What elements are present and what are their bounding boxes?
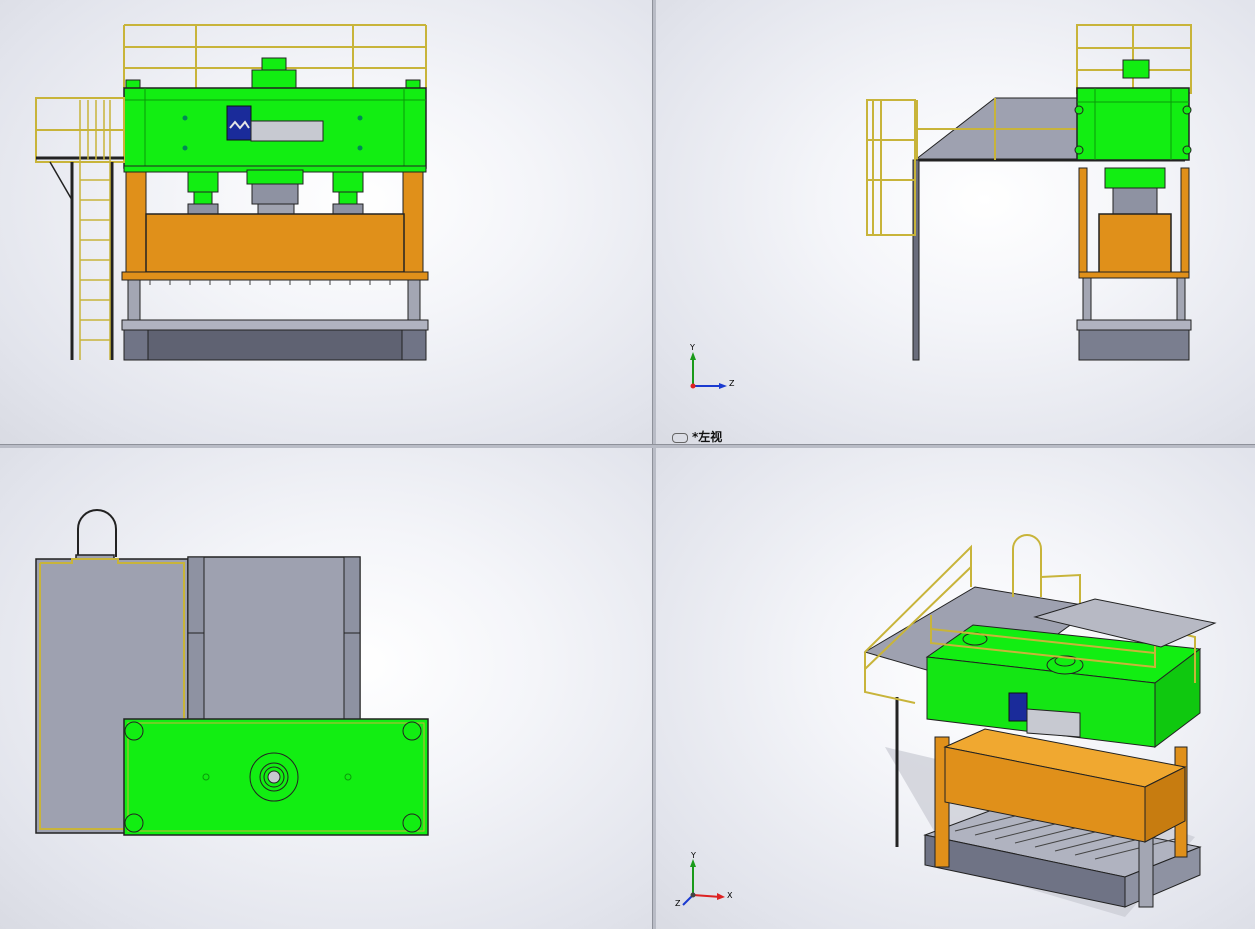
top-view-drawing bbox=[35, 509, 429, 836]
ladder bbox=[866, 99, 916, 236]
front-viewport[interactable] bbox=[0, 0, 652, 444]
viewport-splitter-horizontal[interactable] bbox=[0, 444, 1255, 448]
cad-workspace: Y Z *左视 Y X Z bbox=[0, 0, 1255, 929]
deck-top bbox=[187, 556, 361, 722]
viewport-splitter-vertical[interactable] bbox=[652, 0, 656, 929]
slide-block bbox=[145, 213, 405, 273]
left-view-drawing bbox=[690, 24, 1192, 389]
axis-z-label: Z bbox=[729, 379, 735, 388]
slide-side bbox=[1098, 213, 1172, 277]
iso-axis-x-label: X bbox=[727, 891, 733, 900]
view-name-label: *左视 bbox=[672, 428, 722, 445]
logo-plate bbox=[226, 105, 252, 141]
axis-y-label: Y bbox=[690, 343, 695, 352]
top-cylinder bbox=[251, 69, 297, 89]
name-plate bbox=[250, 120, 324, 142]
upper-beam-side bbox=[1076, 87, 1190, 161]
iso-axis-y-label: Y bbox=[691, 851, 696, 860]
iso-axis-z-label: Z bbox=[675, 899, 681, 908]
left-viewport[interactable]: Y Z bbox=[655, 0, 1255, 444]
column-right bbox=[402, 171, 424, 279]
top-viewport[interactable] bbox=[0, 447, 652, 929]
iso-logo bbox=[1008, 692, 1028, 722]
isometric-viewport[interactable]: Y X Z bbox=[655, 447, 1255, 929]
front-view-drawing bbox=[35, 24, 429, 361]
link-view-icon bbox=[672, 432, 688, 443]
iso-axis-triad bbox=[682, 859, 725, 906]
column-left bbox=[125, 171, 147, 279]
view-name-text: *左视 bbox=[692, 430, 723, 444]
isometric-view-drawing bbox=[682, 534, 1217, 917]
base-side bbox=[1078, 329, 1190, 361]
axis-triad bbox=[690, 352, 727, 389]
ladder-cage bbox=[77, 509, 117, 557]
